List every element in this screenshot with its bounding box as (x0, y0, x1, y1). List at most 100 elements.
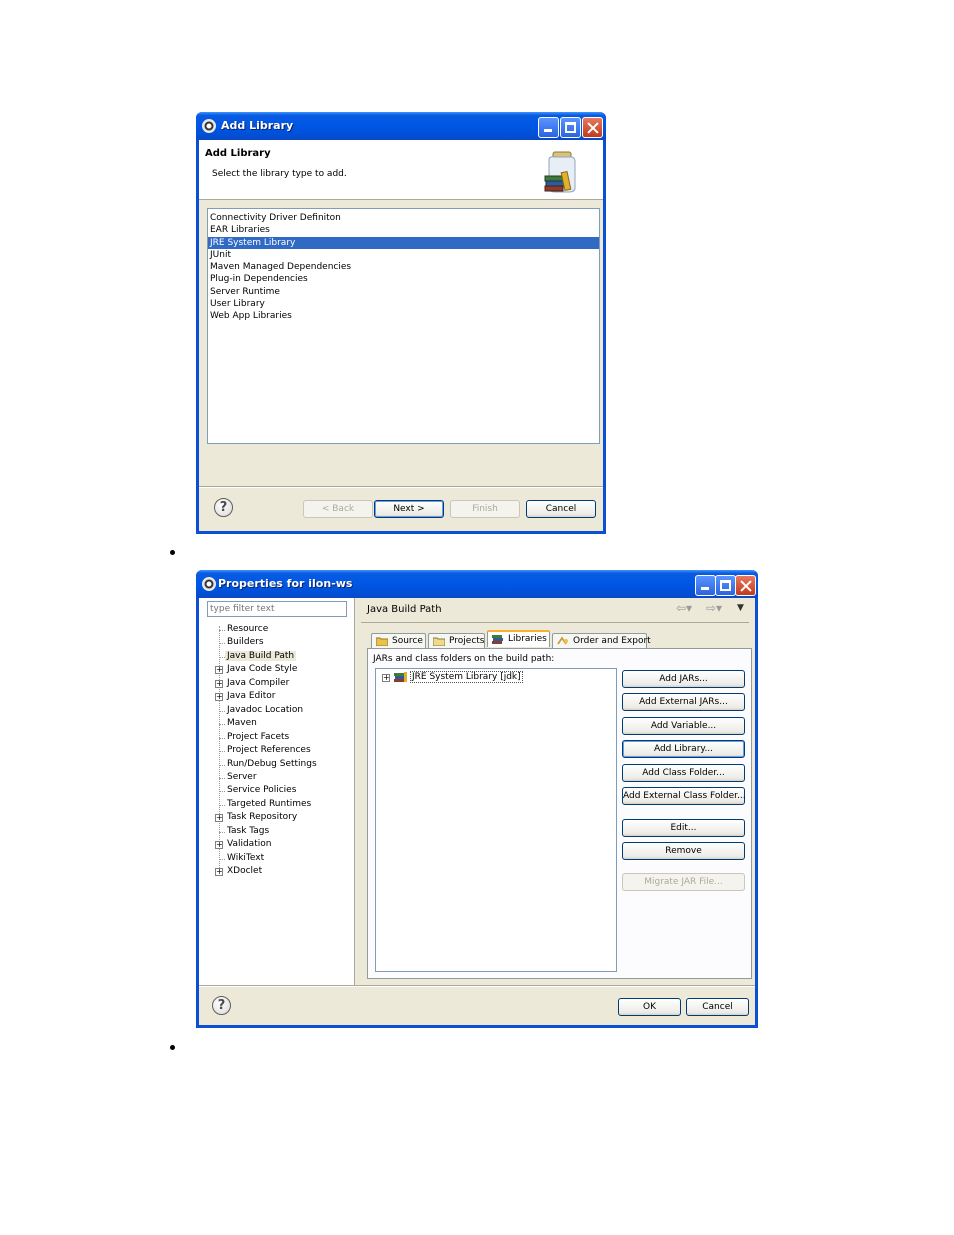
add-library-button[interactable]: Add Library... (622, 740, 745, 758)
list-item[interactable]: Server Runtime (208, 286, 599, 298)
finish-button[interactable]: Finish (450, 500, 520, 518)
add-jars-button[interactable]: Add JARs... (622, 670, 745, 688)
migrate-jar-button[interactable]: Migrate JAR File... (622, 873, 745, 891)
minimize-button[interactable] (695, 575, 716, 596)
expand-icon[interactable]: + (215, 679, 223, 688)
tree-item-run-debug-settings[interactable]: Run/Debug Settings (227, 759, 317, 769)
maximize-button[interactable] (560, 117, 581, 138)
list-item[interactable]: User Library (208, 298, 599, 310)
expand-icon[interactable]: + (215, 841, 223, 850)
tree-connector (219, 643, 225, 645)
tree-item-task-tags[interactable]: Task Tags (227, 826, 269, 836)
tab-label: Source (392, 636, 423, 646)
ok-button[interactable]: OK (618, 998, 681, 1016)
tree-item-builders[interactable]: Builders (227, 637, 264, 647)
tree-connector (219, 858, 225, 860)
expand-icon[interactable]: + (215, 666, 223, 675)
add-library-titlebar[interactable]: Add Library (196, 112, 606, 140)
back-button[interactable]: < Back (303, 500, 373, 518)
tree-item-project-references[interactable]: Project References (227, 745, 311, 755)
add-external-jars-button[interactable]: Add External JARs... (622, 693, 745, 711)
page-title: Java Build Path (367, 604, 442, 615)
tree-item-java-compiler[interactable]: Java Compiler (227, 678, 289, 688)
wizard-header: Add Library Select the library type to a… (199, 140, 603, 200)
remove-button[interactable]: Remove (622, 842, 745, 860)
expand-icon[interactable]: + (215, 868, 223, 877)
tree-connector (219, 630, 225, 631)
tab-order-export[interactable]: Order and Export (552, 633, 651, 648)
list-item[interactable]: Web App Libraries (208, 310, 599, 322)
tree-guide (219, 626, 220, 870)
tab-libraries[interactable]: Libraries (487, 630, 550, 647)
tree-item-server[interactable]: Server (227, 772, 257, 782)
tree-item-validation[interactable]: Validation (227, 839, 271, 849)
close-icon (736, 576, 755, 595)
list-item[interactable]: JUnit (208, 249, 599, 261)
tree-item-maven[interactable]: Maven (227, 718, 257, 728)
forward-nav-icon[interactable]: ⇨▾ (706, 601, 722, 615)
list-item-selected[interactable]: JRE System Library (208, 236, 599, 249)
back-nav-icon[interactable]: ⇦▾ (676, 601, 692, 615)
minimize-button[interactable] (538, 117, 559, 138)
close-icon (583, 118, 602, 137)
help-icon[interactable]: ? (212, 996, 231, 1015)
help-icon[interactable]: ? (214, 498, 233, 517)
properties-titlebar[interactable]: Properties for ilon-ws (196, 570, 758, 598)
tree-item-project-facets[interactable]: Project Facets (227, 732, 289, 742)
tree-item-xdoclet[interactable]: XDoclet (227, 866, 262, 876)
tab-label: Order and Export (573, 636, 651, 646)
properties-dialog: Properties for ilon-ws Resource Builders J… (196, 570, 758, 1028)
tree-item-java-code-style[interactable]: Java Code Style (227, 664, 297, 674)
tree-item-service-policies[interactable]: Service Policies (227, 785, 296, 795)
tree-connector (219, 777, 225, 779)
next-button[interactable]: Next > (374, 500, 444, 518)
add-external-class-folder-button[interactable]: Add External Class Folder... (622, 787, 746, 805)
library-entry[interactable]: JRE System Library [jdk] (410, 671, 523, 683)
expand-icon[interactable]: + (382, 674, 390, 682)
projects-icon (433, 637, 445, 646)
wizard-description: Select the library type to add. (212, 169, 347, 179)
jars-label: JARs and class folders on the build path… (373, 654, 555, 664)
close-button[interactable] (582, 117, 603, 138)
tab-source[interactable]: Source (371, 633, 426, 648)
list-item[interactable]: Plug-in Dependencies (208, 273, 599, 285)
eclipse-icon (202, 119, 216, 133)
tree-item-java-build-path[interactable]: Java Build Path (225, 650, 297, 661)
tree-connector (219, 804, 225, 806)
wizard-title: Add Library (205, 148, 271, 159)
list-item[interactable]: EAR Libraries (208, 224, 599, 236)
expand-icon[interactable]: + (215, 814, 223, 823)
list-item[interactable]: Connectivity Driver Definiton (208, 212, 599, 224)
cancel-button[interactable]: Cancel (526, 500, 596, 518)
bullet (170, 550, 175, 555)
add-variable-button[interactable]: Add Variable... (622, 717, 745, 735)
tree-item-resource[interactable]: Resource (227, 624, 268, 634)
tree-item-wikitext[interactable]: WikiText (227, 853, 264, 863)
cancel-button[interactable]: Cancel (686, 998, 749, 1016)
view-menu-icon[interactable]: ▼ (737, 603, 744, 613)
tab-projects[interactable]: Projects (428, 633, 485, 648)
tree-connector (219, 764, 225, 766)
edit-button[interactable]: Edit... (622, 819, 745, 837)
tree-item-task-repository[interactable]: Task Repository (227, 812, 297, 822)
expand-icon[interactable]: + (215, 693, 223, 702)
maximize-icon (561, 118, 580, 137)
library-type-list[interactable]: Connectivity Driver Definiton EAR Librar… (207, 208, 600, 444)
filter-input[interactable] (207, 601, 347, 617)
libraries-tree[interactable] (375, 668, 617, 972)
list-item[interactable]: Maven Managed Dependencies (208, 261, 599, 273)
add-class-folder-button[interactable]: Add Class Folder... (622, 764, 745, 782)
maximize-icon (716, 576, 735, 595)
maximize-button[interactable] (715, 575, 736, 596)
button-bar-divider (199, 985, 755, 987)
tree-item-java-editor[interactable]: Java Editor (227, 691, 276, 701)
tree-item-targeted-runtimes[interactable]: Targeted Runtimes (227, 799, 311, 809)
button-bar-divider (199, 486, 603, 488)
close-button[interactable] (735, 575, 756, 596)
tree-item-javadoc-location[interactable]: Javadoc Location (227, 705, 303, 715)
add-library-dialog: Add Library Add Library Select the libra… (196, 112, 606, 534)
page-title-divider (361, 622, 749, 623)
tree-connector (219, 737, 225, 739)
eclipse-icon (202, 577, 216, 591)
tree-connector (219, 751, 225, 753)
